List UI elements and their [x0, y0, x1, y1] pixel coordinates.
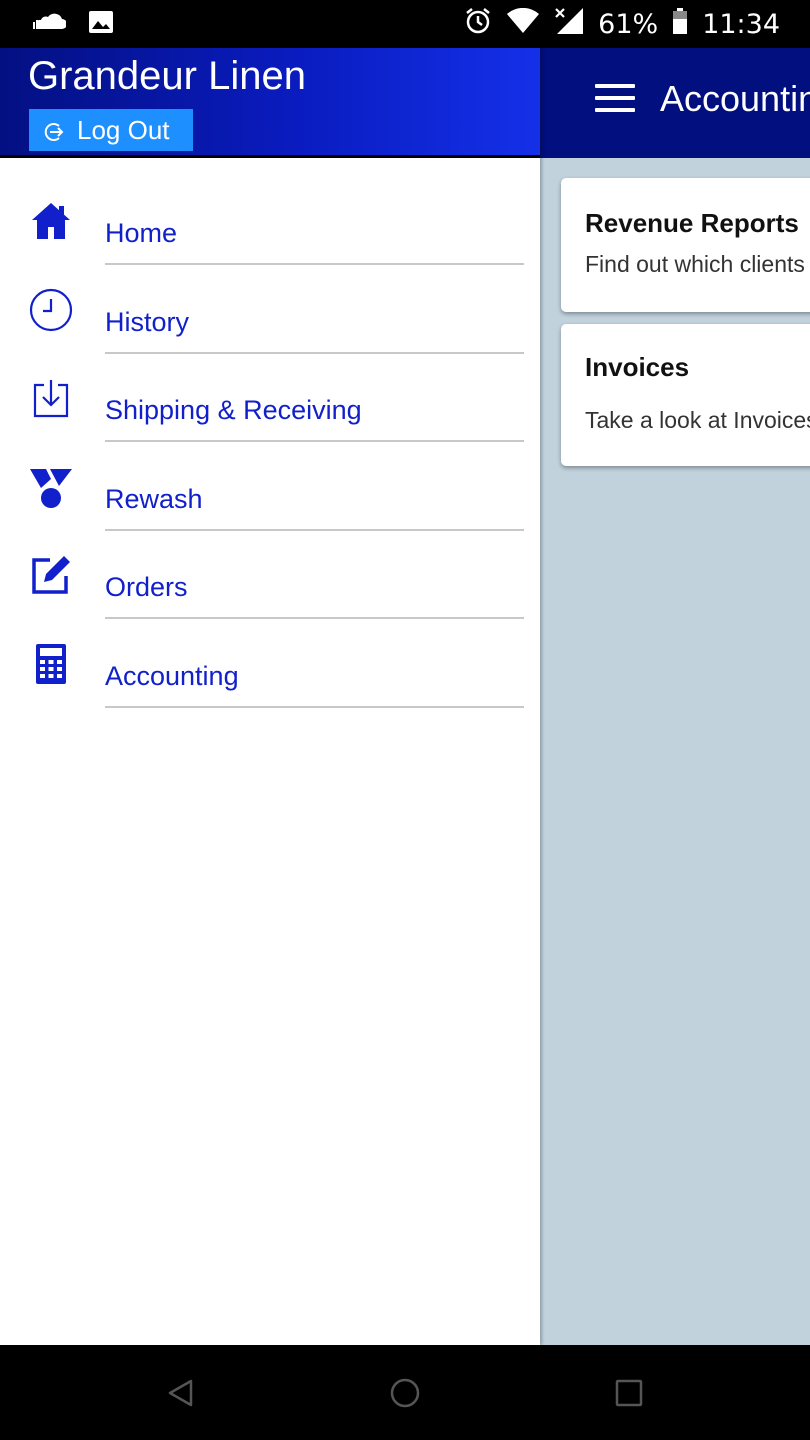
nav-label: Orders	[105, 572, 188, 602]
navigation-drawer: Grandeur Linen Log Out Home History Ship…	[0, 48, 540, 1345]
logout-button[interactable]: Log Out	[29, 109, 193, 151]
drawer-nav: Home History Shipping & Receiving Rewash	[0, 160, 540, 708]
nav-label: Home	[105, 218, 178, 248]
card-description: Find out which clients	[585, 251, 805, 277]
cloud-icon	[32, 13, 67, 35]
card-title: Invoices	[585, 352, 690, 382]
back-icon[interactable]	[166, 1378, 196, 1408]
divider	[105, 705, 524, 708]
nav-label: History	[105, 306, 190, 337]
nav-label: Rewash	[105, 483, 203, 514]
drawer-header: Grandeur Linen Log Out	[0, 48, 540, 158]
logout-icon	[43, 119, 65, 141]
clock-time: 11:34	[702, 8, 780, 40]
system-navigation-bar	[0, 1345, 810, 1440]
app-bar: Accounting	[540, 48, 810, 158]
nav-item-shipping-receiving[interactable]: Shipping & Receiving	[0, 337, 540, 442]
nav-item-rewash[interactable]: Rewash	[0, 426, 540, 531]
nav-label: Shipping & Receiving	[105, 395, 362, 425]
rewash-icon	[30, 466, 72, 508]
company-name: Grandeur Linen	[28, 54, 306, 98]
signal-icon	[554, 7, 584, 42]
home-icon	[30, 200, 72, 242]
recents-square-icon[interactable]	[614, 1378, 644, 1408]
clock-icon	[29, 288, 73, 331]
image-icon	[88, 10, 114, 38]
card-title: Revenue Reports	[585, 208, 799, 238]
status-right: 61% 11:34	[464, 7, 780, 42]
page-title: Accounting	[660, 78, 810, 119]
main-content: Revenue Reports Find out which clients I…	[540, 158, 810, 1345]
alarm-icon	[464, 7, 492, 42]
nav-item-history[interactable]: History	[0, 249, 540, 354]
nav-item-orders[interactable]: Orders	[0, 514, 540, 619]
logout-label: Log Out	[77, 114, 170, 145]
edit-icon	[30, 554, 72, 596]
nav-item-accounting[interactable]: Accounting	[0, 603, 540, 708]
download-box-icon	[30, 377, 72, 419]
calculator-icon	[30, 643, 72, 685]
home-circle-icon[interactable]	[390, 1378, 420, 1408]
card-description: Take a look at Invoices	[585, 407, 810, 433]
wifi-icon	[506, 7, 540, 41]
battery-percent: 61%	[598, 8, 659, 40]
revenue-reports-card[interactable]: Revenue Reports Find out which clients	[561, 178, 810, 312]
hamburger-menu-icon[interactable]	[595, 84, 635, 114]
nav-label: Accounting	[105, 660, 239, 691]
status-left	[32, 10, 114, 38]
nav-item-home[interactable]: Home	[0, 160, 540, 265]
status-bar: 61% 11:34	[0, 0, 810, 48]
battery-icon	[672, 7, 688, 42]
invoices-card[interactable]: Invoices Take a look at Invoices	[561, 324, 810, 466]
